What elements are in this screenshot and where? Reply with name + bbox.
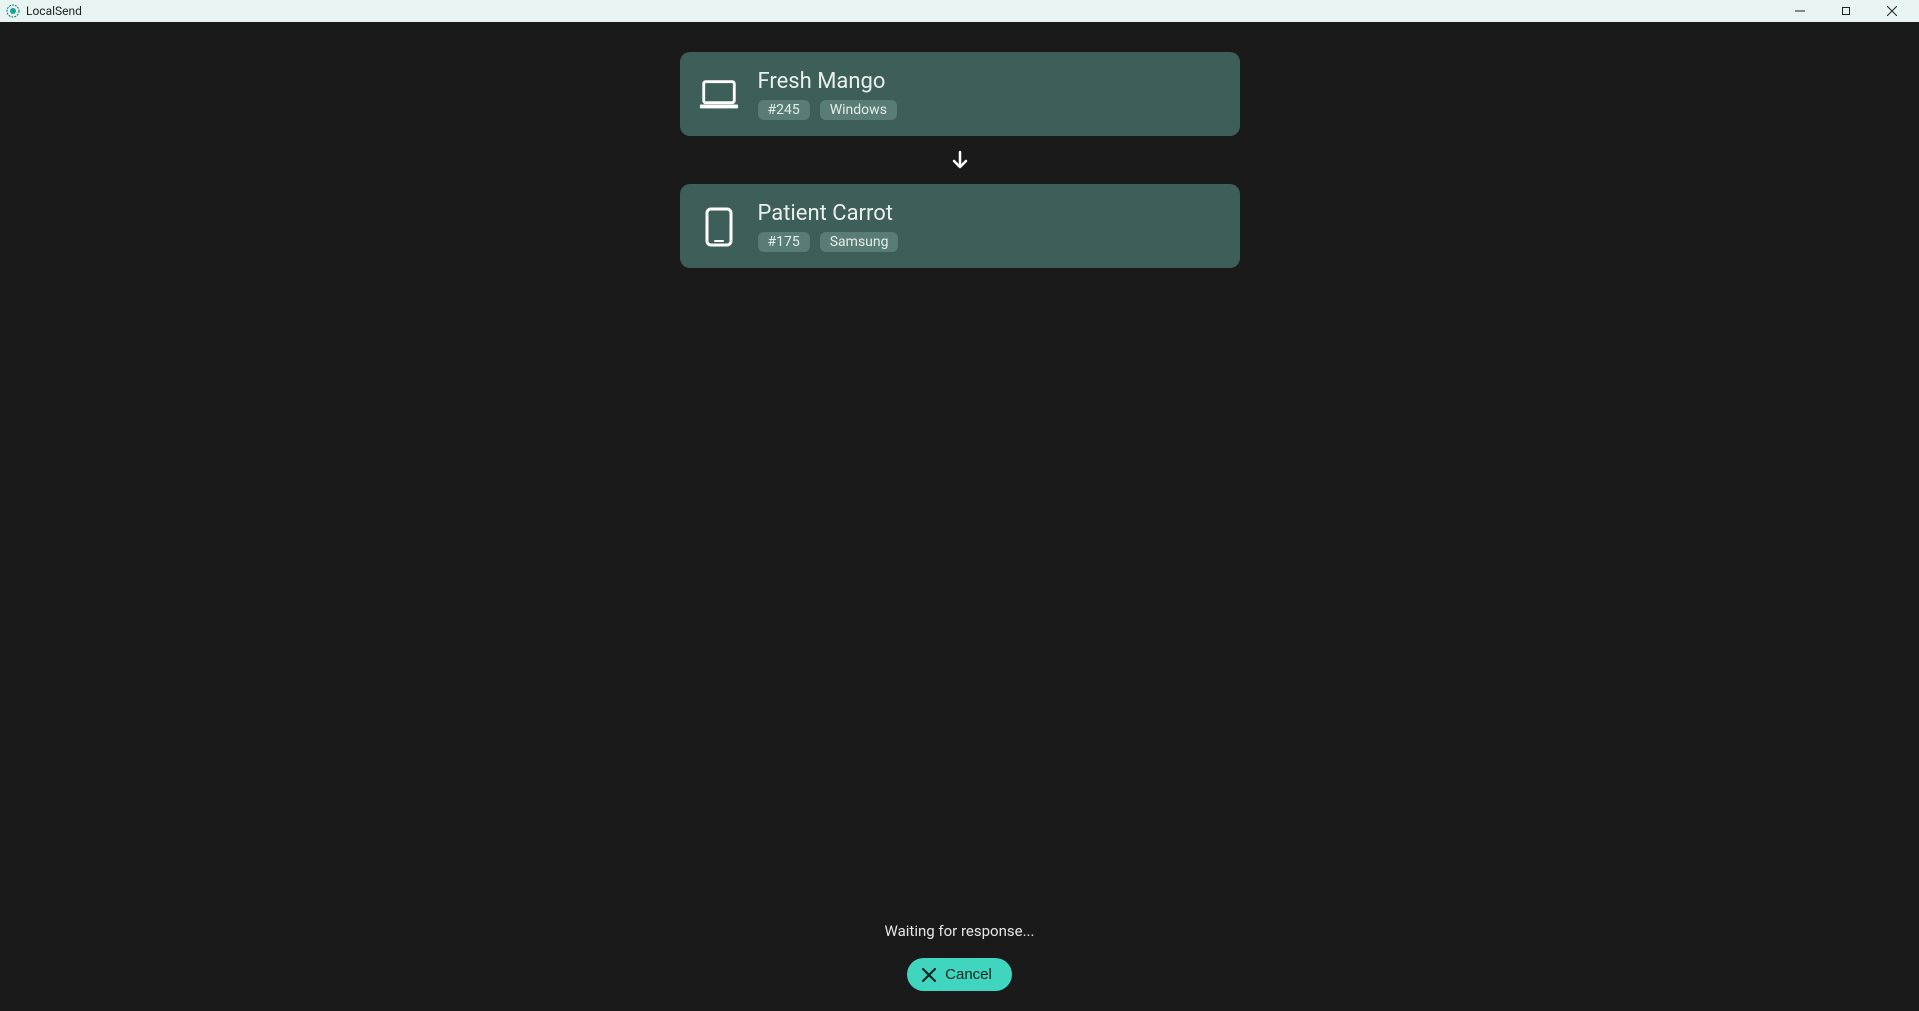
cancel-label: Cancel [945, 966, 992, 983]
receiver-platform-tag: Samsung [820, 232, 899, 252]
phone-icon [698, 206, 740, 248]
receiver-info: Patient Carrot #175 Samsung [758, 202, 899, 252]
sender-platform-tag: Windows [820, 100, 897, 120]
window-maximize-button[interactable] [1823, 0, 1869, 22]
titlebar-left: LocalSend [6, 4, 82, 18]
close-icon [921, 967, 937, 983]
transfer-cards: Fresh Mango #245 Windows Patient [680, 52, 1240, 268]
laptop-icon [698, 74, 740, 116]
sender-info: Fresh Mango #245 Windows [758, 70, 897, 120]
content-area: Fresh Mango #245 Windows Patient [0, 22, 1919, 1011]
app-title: LocalSend [26, 4, 82, 18]
arrow-down-icon [950, 150, 970, 170]
sender-tags: #245 Windows [758, 100, 897, 120]
receiver-id-tag: #175 [758, 232, 810, 252]
sender-id-tag: #245 [758, 100, 810, 120]
receiver-name: Patient Carrot [758, 202, 899, 226]
window-titlebar: LocalSend [0, 0, 1919, 22]
cancel-button[interactable]: Cancel [907, 958, 1012, 991]
bottom-area: Waiting for response... Cancel [0, 922, 1919, 991]
receiver-card: Patient Carrot #175 Samsung [680, 184, 1240, 268]
window-controls [1777, 0, 1915, 22]
sender-card: Fresh Mango #245 Windows [680, 52, 1240, 136]
sender-name: Fresh Mango [758, 70, 897, 94]
receiver-tags: #175 Samsung [758, 232, 899, 252]
window-close-button[interactable] [1869, 0, 1915, 22]
status-text: Waiting for response... [885, 922, 1035, 940]
window-minimize-button[interactable] [1777, 0, 1823, 22]
app-logo-icon [6, 4, 20, 18]
